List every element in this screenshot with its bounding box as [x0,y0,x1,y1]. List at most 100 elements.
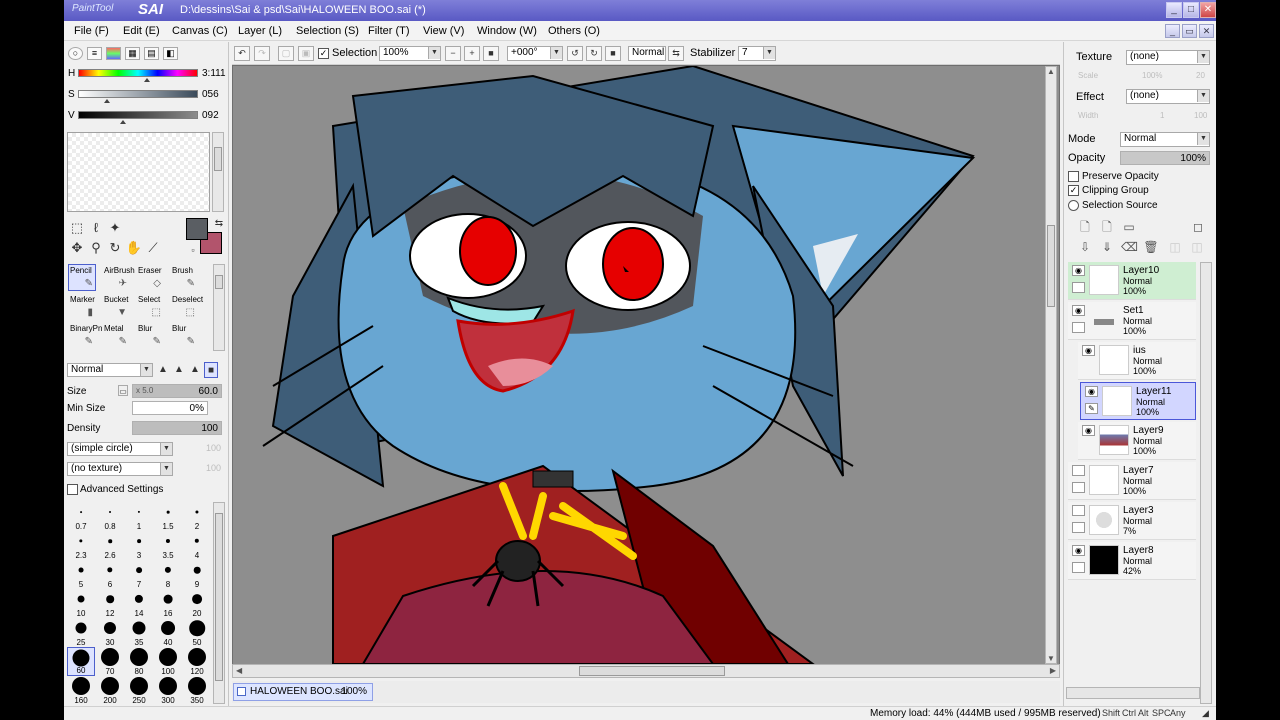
value-slider[interactable] [78,111,198,119]
brush-size-preset[interactable]: 0.7 [67,502,95,531]
eye-icon[interactable]: ◉ [1085,386,1098,397]
brush-size-preset[interactable]: 4 [183,531,211,560]
brush-airbrush[interactable]: AirBrush ✈ [102,264,135,291]
brush-size-preset[interactable]: 350 [183,676,211,705]
maximize-button[interactable]: □ [1183,2,1199,18]
eyedropper-icon[interactable]: ⟋ [144,240,162,256]
brush-binarypen[interactable]: BinaryPn ✎ [68,322,102,349]
transparent-color-icon[interactable]: ▫ [184,242,202,258]
eye-icon[interactable]: ◉ [1072,545,1085,556]
transfer-down-icon[interactable]: ⇩ [1077,240,1093,255]
scratchpad-scrollbar[interactable] [212,132,224,212]
mdi-restore-button[interactable]: ▭ [1182,24,1197,38]
selection-source-radio[interactable] [1068,200,1079,211]
brush-metal[interactable]: Metal ✎ [102,322,130,349]
edge-softer-icon[interactable]: ▲ [188,362,202,378]
apply-mask-icon[interactable]: ◫ [1167,240,1183,255]
brush-size-preset[interactable]: 14 [125,589,153,618]
menu-file[interactable]: File (F) [74,25,109,37]
saturation-knob[interactable] [104,99,110,103]
brush-size-preset[interactable]: 3.5 [154,531,182,560]
zoom-select[interactable]: 100% ▼ [379,46,441,61]
hand-icon[interactable]: ✋ [125,240,143,256]
brush-size-preset[interactable]: 60 [67,647,95,676]
brush-marker[interactable]: Marker ▮ [68,293,96,320]
layer-opacity-slider[interactable]: 100% [1120,151,1210,165]
menu-others[interactable]: Others (O) [548,25,600,37]
scratchpad[interactable] [67,132,210,212]
brush-size-preset[interactable]: 6 [96,560,124,589]
color-slider-button[interactable]: ≡ [87,47,102,60]
layer-list-scrollbar[interactable] [1200,262,1212,704]
brush-size-preset[interactable]: 35 [125,618,153,647]
rotate-left-icon[interactable]: ↺ [567,46,583,61]
layer-mode-select[interactable]: Normal ▼ [1120,132,1210,147]
redo-icon[interactable]: ↷ [254,46,270,61]
brush-blend-mode-select[interactable]: Normal ▼ [67,363,153,377]
rotate-icon[interactable]: ↻ [106,240,124,256]
brush-grid-scrollbar[interactable] [213,264,225,351]
layer-effect-select[interactable]: (none) ▼ [1126,89,1210,104]
brush-size-preset[interactable]: 30 [96,618,124,647]
brush-size-preset[interactable]: 120 [183,647,211,676]
brush-size-preset[interactable]: 100 [154,647,182,676]
layer-row[interactable]: ◉ Layer10 Normal 100% [1068,262,1196,300]
layer-lock-toggle[interactable] [1072,562,1085,573]
primary-color-swatch[interactable] [186,218,208,240]
hsv-slider-button[interactable] [106,47,121,60]
blend-mode-select[interactable]: Normal [628,46,666,61]
layer-row[interactable]: ◉ ius Normal 100% [1078,342,1196,380]
brush-size-preset[interactable]: 2.3 [67,531,95,560]
brush-size-preset[interactable]: 250 [125,676,153,705]
lasso-icon[interactable]: ℓ [87,220,105,236]
rotation-select[interactable]: +000° ▼ [507,46,563,61]
undo-icon[interactable]: ↶ [234,46,250,61]
clear-layer-icon[interactable]: ⌫ [1121,240,1138,255]
zoom-in-icon[interactable]: + [464,46,480,61]
brush-blur[interactable]: Blur ✎ [136,322,164,349]
brush-size-preset[interactable]: 8 [154,560,182,589]
layer-lock-toggle[interactable] [1072,482,1085,493]
zoom-out-icon[interactable]: − [445,46,461,61]
menu-filter[interactable]: Filter (T) [368,25,410,37]
selection-checkbox[interactable]: ✓ [318,48,329,59]
resize-grip-icon[interactable]: ◢ [1202,708,1209,719]
edge-soft-icon[interactable]: ▲ [172,362,186,378]
minimize-button[interactable]: _ [1166,2,1182,18]
layer-texture-select[interactable]: (none) ▼ [1126,50,1210,65]
layer-row-selected[interactable]: ◉ ✎ Layer11 Normal 100% [1080,382,1196,420]
brush-size-preset[interactable]: 0.8 [96,502,124,531]
brush-size-preset[interactable]: 16 [154,589,182,618]
canvas-viewport[interactable] [232,65,1060,678]
layer-lock-toggle[interactable] [1072,322,1085,333]
canvas-vertical-scrollbar[interactable]: ▲ ▼ [1045,66,1057,664]
swap-colors-icon[interactable]: ⇆ [210,216,228,232]
rotate-right-icon[interactable]: ↻ [586,46,602,61]
brush-size-preset[interactable]: 50 [183,618,211,647]
scratchpad-button[interactable]: ▤ [144,47,159,60]
new-folder-icon[interactable]: ▭ [1121,220,1137,235]
edge-square-icon[interactable]: ■ [204,362,218,378]
brush-size-preset[interactable]: 20 [183,589,211,618]
advanced-settings-checkbox[interactable] [67,484,78,495]
brush-size-preset[interactable]: 200 [96,676,124,705]
brush-size-preset[interactable]: 25 [67,618,95,647]
brush-size-preset[interactable]: 40 [154,618,182,647]
discard-mask-icon[interactable]: ◫ [1189,240,1205,255]
brush-size-preset[interactable]: 5 [67,560,95,589]
brush-size-preset[interactable]: 2.6 [96,531,124,560]
brush-size-preset[interactable]: 10 [67,589,95,618]
brush-bucket[interactable]: Bucket ▼ [102,293,130,320]
brush-select[interactable]: Select ⬚ [136,293,164,320]
mdi-close-button[interactable]: ✕ [1199,24,1214,38]
brush-size-preset[interactable]: 7 [125,560,153,589]
layer-mask-icon[interactable]: ◻ [1190,220,1206,235]
eye-icon[interactable]: ◉ [1082,425,1095,436]
pencil-icon[interactable]: ✎ [1085,403,1098,414]
new-layer-icon[interactable]: 🗋 [1077,220,1093,235]
swatches-button[interactable]: ▦ [125,47,140,60]
layer-row[interactable]: ◉ ▬ Set1 Normal 100% [1068,302,1196,340]
preserve-opacity-checkbox[interactable] [1068,171,1079,182]
brush-eraser[interactable]: Eraser ◇ [136,264,164,291]
saturation-slider[interactable] [78,90,198,98]
